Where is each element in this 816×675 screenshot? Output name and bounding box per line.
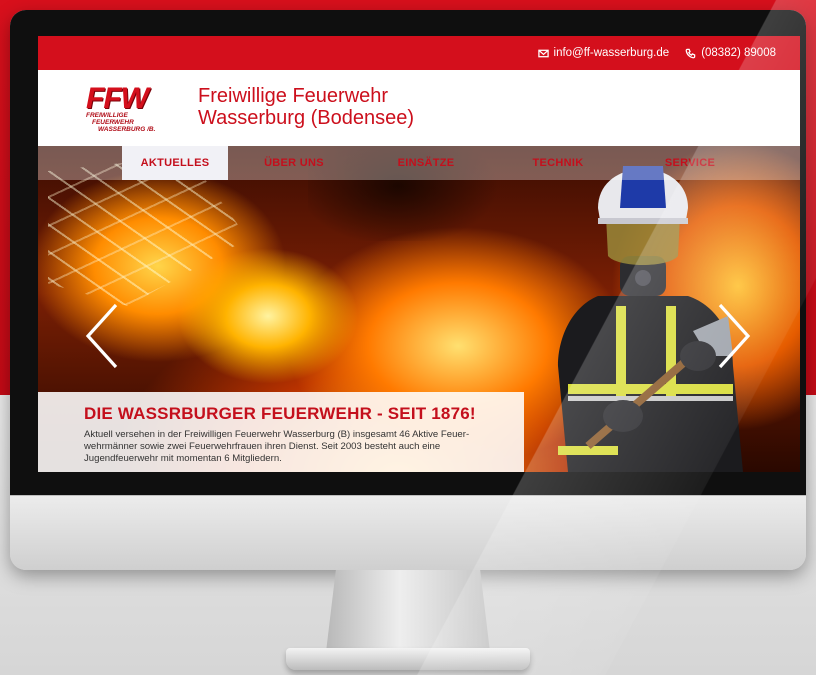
logo-line-1: FREIWILLIGE <box>86 112 128 119</box>
monitor-stand <box>326 570 490 652</box>
logo-mark: FFW <box>86 82 149 115</box>
logo-line-3: WASSERBURG /B. <box>98 126 156 133</box>
chevron-right-icon <box>718 303 751 369</box>
logo-line-2: FEUERWEHR <box>92 119 134 126</box>
slide-headline: DIE WASSRBURGER FEUERWEHR - SEIT 1876! <box>84 404 476 423</box>
nav-item-einsaetze[interactable]: EINSÄTZE <box>360 146 492 180</box>
nav-item-technik[interactable]: TECHNIK <box>492 146 624 180</box>
logo-subtitle: FREIWILLIGE FEUERWEHR WASSERBURG /B. <box>86 112 176 133</box>
website-screen: info@ff-wasserburg.de (08382) 89008 FFW … <box>38 36 800 472</box>
phone-link[interactable]: (08382) 89008 <box>685 47 776 59</box>
nav-item-aktuelles[interactable]: AKTUELLES <box>122 146 228 180</box>
envelope-icon <box>537 49 549 57</box>
nav-item-service[interactable]: SERVICE <box>624 146 756 180</box>
monitor-chin <box>10 495 806 570</box>
site-header: FFW FREIWILLIGE FEUERWEHR WASSERBURG /B.… <box>38 70 800 146</box>
ffw-logo[interactable]: FFW FREIWILLIGE FEUERWEHR WASSERBURG /B. <box>84 82 176 136</box>
slider-next-button[interactable] <box>714 301 754 371</box>
site-title-line-1: Freiwillige Feuerwehr <box>198 85 389 107</box>
monitor-stand-base <box>286 648 530 670</box>
site-title: Freiwillige Feuerwehr Wasserburg (Bodens… <box>198 85 414 129</box>
contact-bar: info@ff-wasserburg.de (08382) 89008 <box>38 36 800 70</box>
site-title-line-2: Wasserburg (Bodensee) <box>198 107 415 129</box>
chevron-left-icon <box>85 303 118 369</box>
main-navigation: AKTUELLES ÜBER UNS EINSÄTZE TECHNIK SERV… <box>38 146 800 180</box>
nav-item-ueber-uns[interactable]: ÜBER UNS <box>228 146 360 180</box>
phone-text: (08382) 89008 <box>701 47 776 59</box>
email-text: info@ff-wasserburg.de <box>553 47 670 59</box>
slide-caption: DIE WASSRBURGER FEUERWEHR - SEIT 1876! A… <box>38 392 524 472</box>
slider-prev-button[interactable] <box>82 301 122 371</box>
slide-text: Aktuell versehen in der Freiwilligen Feu… <box>84 429 470 464</box>
phone-icon <box>685 48 696 58</box>
email-link[interactable]: info@ff-wasserburg.de <box>537 47 670 59</box>
